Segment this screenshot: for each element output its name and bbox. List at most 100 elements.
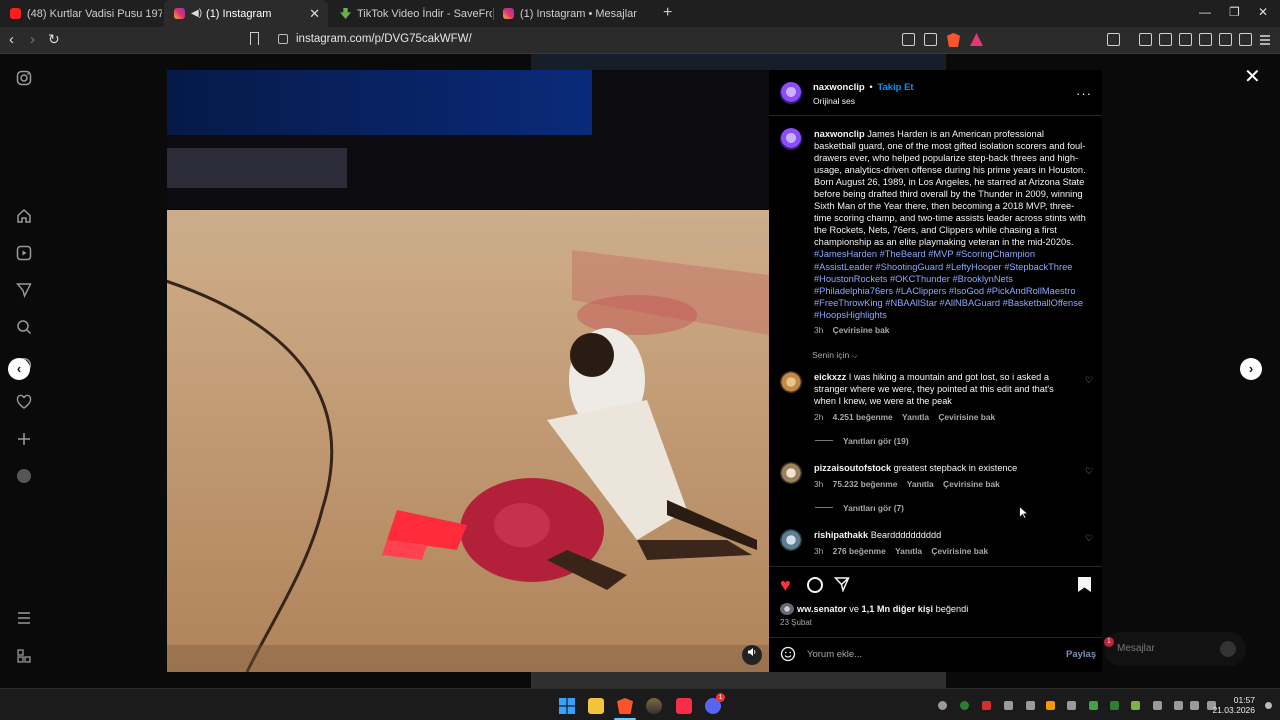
post-date[interactable]: 23 Şubat <box>780 618 812 627</box>
brave-shields-icon[interactable] <box>947 33 960 47</box>
brave-browser-icon[interactable] <box>617 698 633 714</box>
comment-avatar[interactable] <box>780 371 802 393</box>
audio-label[interactable]: Orijinal ses <box>813 96 855 106</box>
reading-list-icon[interactable] <box>1179 33 1192 46</box>
close-window-button[interactable]: ✕ <box>1258 5 1268 19</box>
profile-avatar-icon[interactable] <box>16 468 32 484</box>
comment-time[interactable]: 3h <box>814 479 823 489</box>
more-menu-icon[interactable] <box>16 610 32 626</box>
downloads-icon[interactable] <box>1139 33 1152 46</box>
tray-app-icon[interactable] <box>982 701 991 710</box>
bookmark-icon[interactable] <box>250 32 259 45</box>
create-plus-icon[interactable] <box>16 431 32 447</box>
likes-count[interactable]: 1,1 Mn diğer kişi <box>862 604 933 614</box>
microphone-icon[interactable] <box>1153 701 1162 710</box>
reply-link[interactable]: Yanıtla <box>902 412 929 422</box>
caption-time[interactable]: 3h <box>814 325 823 335</box>
maximize-button[interactable]: ❐ <box>1229 5 1240 19</box>
author-avatar[interactable] <box>780 82 802 104</box>
search-icon[interactable] <box>16 319 32 335</box>
caption-username[interactable]: naxwonclip <box>814 129 865 139</box>
comment-sort-dropdown[interactable]: Senin için ⌵ <box>812 350 858 361</box>
comment-like-heart-icon[interactable]: ♡ <box>1085 467 1093 476</box>
like-heart-icon[interactable]: ♥ <box>780 576 798 594</box>
site-settings-icon[interactable] <box>278 34 288 44</box>
caption-hashtags[interactable]: #JamesHarden #TheBeard #MVP #ScoringCham… <box>814 249 1083 319</box>
notification-bell-icon[interactable] <box>1265 702 1272 709</box>
comment-avatar[interactable] <box>780 462 802 484</box>
tray-app-icon[interactable] <box>1131 701 1140 710</box>
tab-instagram-active[interactable]: ◀) (1) Instagram ✕ <box>164 0 328 27</box>
audio-playing-icon[interactable]: ◀) <box>191 8 202 19</box>
home-icon[interactable] <box>16 208 32 224</box>
comment-like-heart-icon[interactable]: ♡ <box>1085 534 1093 543</box>
menu-icon[interactable] <box>1259 33 1272 46</box>
liker-username[interactable]: ww.senator <box>797 604 847 614</box>
address-bar[interactable]: instagram.com/p/DVG75cakWFW/ <box>268 30 992 51</box>
back-icon[interactable]: ‹ <box>9 31 14 48</box>
messages-pill[interactable]: Mesajlar 1 <box>1104 632 1246 666</box>
view-replies-link[interactable]: Yanıtları gör (7) <box>843 503 904 513</box>
also-from-meta-icon[interactable] <box>16 648 32 664</box>
view-replies-link[interactable]: Yanıtları gör (19) <box>843 436 909 446</box>
previous-post-icon[interactable]: ‹ <box>8 358 30 380</box>
tray-app-icon[interactable] <box>1004 701 1013 710</box>
emoji-icon[interactable] <box>780 646 796 667</box>
network-icon[interactable] <box>1174 701 1183 710</box>
comment-username[interactable]: eickxzz <box>814 372 846 382</box>
comment-time[interactable]: 2h <box>814 412 823 422</box>
forward-icon[interactable]: › <box>30 31 35 48</box>
tab-savefrom[interactable]: TikTok Video İndir - SaveFrom ile Üc <box>330 0 492 27</box>
start-windows-icon[interactable] <box>559 698 575 714</box>
tray-app-icon[interactable] <box>938 701 947 710</box>
comment-like-count[interactable]: 75.232 beğenme <box>833 479 898 489</box>
tray-app-icon[interactable] <box>1026 701 1035 710</box>
translate-link[interactable]: Çevirisine bak <box>938 412 995 422</box>
caption-translate-link[interactable]: Çevirisine bak <box>833 325 890 335</box>
post-video[interactable] <box>167 70 769 672</box>
minimize-button[interactable]: — <box>1199 5 1211 19</box>
reply-link[interactable]: Yanıtla <box>895 546 922 556</box>
leo-ai-icon[interactable] <box>1219 33 1232 46</box>
translate-link[interactable]: Çevirisine bak <box>943 479 1000 489</box>
tray-app-icon[interactable] <box>1067 701 1076 710</box>
reels-icon[interactable] <box>16 245 32 261</box>
share-page-icon[interactable] <box>924 33 937 46</box>
comment-time[interactable]: 3h <box>814 546 823 556</box>
post-comment-button[interactable]: Paylaş <box>1066 649 1096 660</box>
comment-like-count[interactable]: 276 beğenme <box>833 546 886 556</box>
translate-link[interactable]: Çevirisine bak <box>931 546 988 556</box>
close-tab-icon[interactable]: ✕ <box>309 6 320 22</box>
author-username[interactable]: naxwonclip <box>813 82 865 93</box>
reply-link[interactable]: Yanıtla <box>907 479 934 489</box>
tray-app-icon[interactable] <box>1089 701 1098 710</box>
more-options-icon[interactable]: ··· <box>1076 86 1092 101</box>
game-launcher-icon[interactable] <box>646 698 662 714</box>
media-icon[interactable] <box>1159 33 1172 46</box>
comment-input[interactable]: Yorum ekle... <box>807 649 862 660</box>
tab-youtube[interactable]: (48) Kurtlar Vadisi Pusu 197. Bölüm - <box>0 0 162 27</box>
tray-app-icon[interactable] <box>960 701 969 710</box>
notifications-heart-icon[interactable] <box>16 394 32 410</box>
tab-instagram-messages[interactable]: (1) Instagram • Mesajlar <box>493 0 655 27</box>
picture-in-picture-icon[interactable] <box>902 33 915 46</box>
sidebar-toggle-icon[interactable] <box>1107 33 1120 46</box>
volume-icon[interactable] <box>1190 701 1199 710</box>
mute-toggle-icon[interactable] <box>742 645 762 665</box>
comment-username[interactable]: pizzaisoutofstock <box>814 463 891 473</box>
file-explorer-icon[interactable] <box>588 698 604 714</box>
instagram-logo-icon[interactable] <box>16 70 32 86</box>
comment-username[interactable]: rishipathakk <box>814 530 868 540</box>
comment-avatar[interactable] <box>780 529 802 551</box>
caption-author-avatar[interactable] <box>780 128 802 150</box>
reload-icon[interactable]: ↻ <box>48 31 60 48</box>
tray-app-icon[interactable] <box>1110 701 1119 710</box>
comment-like-heart-icon[interactable]: ♡ <box>1085 376 1093 385</box>
next-post-icon[interactable]: › <box>1240 358 1262 380</box>
vpn-icon[interactable] <box>1239 33 1252 46</box>
comment-icon[interactable] <box>807 577 823 593</box>
share-icon[interactable] <box>833 576 852 594</box>
close-modal-icon[interactable]: ✕ <box>1244 64 1261 89</box>
new-tab-button[interactable]: + <box>663 4 672 22</box>
music-app-icon[interactable] <box>676 698 692 714</box>
